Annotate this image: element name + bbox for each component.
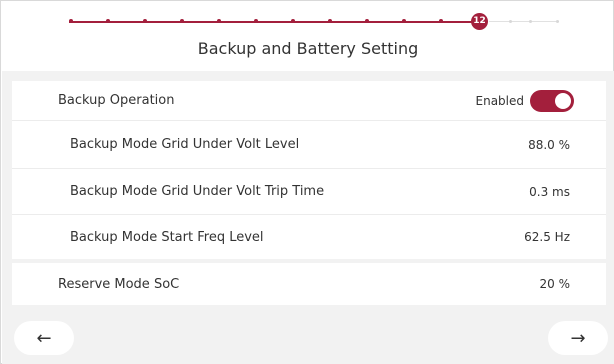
backup-operation-toggle[interactable]: [530, 89, 574, 112]
stepper-tick: [143, 19, 147, 23]
backup-operation-label: Backup Operation: [58, 93, 175, 108]
stepper-tick: [328, 19, 332, 23]
grid-under-volt-trip-time-row[interactable]: Backup Mode Grid Under Volt Trip Time 0.…: [12, 169, 606, 215]
arrow-left-icon: ←: [36, 327, 52, 349]
grid-under-volt-trip-time-value: 0.3 ms: [529, 184, 570, 199]
stepper-tick: [217, 19, 221, 23]
stepper-tick: [106, 19, 110, 23]
reserve-mode-soc-value: 20 %: [539, 277, 571, 291]
grid-under-volt-trip-time-label: Backup Mode Grid Under Volt Trip Time: [70, 184, 325, 199]
toggle-knob: [555, 92, 571, 109]
stepper-tick: [439, 19, 443, 23]
arrow-right-icon: →: [570, 327, 586, 349]
back-button[interactable]: ←: [14, 321, 74, 355]
stepper-tick-pending: [529, 20, 532, 23]
backup-operation-control: Enabled: [475, 89, 607, 112]
page-title: Backup and Battery Setting: [197, 39, 419, 58]
next-button[interactable]: →: [548, 321, 608, 355]
stepper-tick: [402, 19, 406, 23]
stepper-track-completed: [69, 21, 477, 23]
progress-stepper: 12: [69, 11, 559, 37]
start-freq-level-value: 62.5 Hz: [524, 230, 570, 244]
stepper-track-remaining: [489, 21, 559, 22]
reserve-mode-soc-label: Reserve Mode SoC: [58, 276, 180, 292]
stepper-tick-pending: [556, 20, 559, 23]
stepper-tick: [365, 19, 369, 23]
app-frame: 12 Backup and Battery Setting Backup Ope…: [0, 0, 614, 364]
stepper-tick: [180, 19, 184, 23]
stepper-tick-pending: [509, 20, 512, 23]
stepper-current-step: 12: [471, 13, 488, 30]
backup-operation-status: Enabled: [475, 93, 525, 108]
grid-under-volt-level-label: Backup Mode Grid Under Volt Level: [70, 137, 300, 152]
reserve-mode-soc-row[interactable]: Reserve Mode SoC 20 %: [12, 263, 606, 305]
start-freq-level-label: Backup Mode Start Freq Level: [70, 229, 264, 245]
grid-under-volt-level-row[interactable]: Backup Mode Grid Under Volt Level 88.0 %: [12, 121, 606, 169]
start-freq-level-row[interactable]: Backup Mode Start Freq Level 62.5 Hz: [12, 215, 606, 259]
stepper-tick: [69, 19, 73, 23]
stepper-tick: [291, 19, 295, 23]
grid-under-volt-level-value: 88.0 %: [528, 137, 570, 152]
stepper-tick: [254, 19, 258, 23]
settings-panel: Backup Operation Enabled Backup Mode Gri…: [2, 71, 614, 364]
backup-operation-row: Backup Operation Enabled: [12, 81, 606, 121]
